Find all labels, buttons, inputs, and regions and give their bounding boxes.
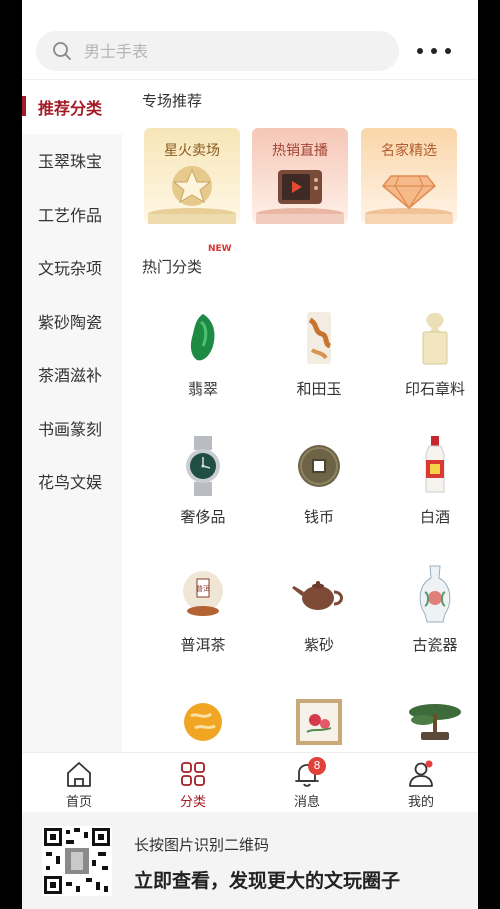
tab-messages[interactable]: 8 消息 xyxy=(250,753,364,812)
bottom-tab-bar: 首页 分类 8 消息 我的 xyxy=(22,752,478,812)
puer-tea-icon: 普洱 xyxy=(183,571,223,616)
category-baijiu[interactable]: 白酒 xyxy=(380,434,478,562)
diamond-icon xyxy=(365,175,453,224)
category-hetian-jade[interactable]: 和田玉 xyxy=(264,306,374,434)
qr-code-icon xyxy=(42,826,112,896)
banner-hint: 长按图片识别二维码 xyxy=(134,836,270,854)
bonsai-icon xyxy=(409,704,461,740)
category-jade[interactable]: 翡翠 xyxy=(148,306,258,434)
coin-icon xyxy=(298,445,340,487)
porcelain-vase-icon xyxy=(419,565,451,623)
sidebar-item-crafts[interactable]: 工艺作品 xyxy=(22,187,122,241)
category-bonsai[interactable] xyxy=(380,690,478,752)
search-input[interactable] xyxy=(84,41,344,61)
special-card-label: 热销直播 xyxy=(272,143,328,159)
hot-section-title: 热门分类 xyxy=(142,258,203,276)
category-label: 翡翠 xyxy=(187,380,218,398)
category-label: 和田玉 xyxy=(296,380,342,398)
tab-profile[interactable]: 我的 xyxy=(364,753,478,812)
svg-text:普洱: 普洱 xyxy=(196,584,210,593)
sidebar-item-pottery[interactable]: 紫砂陶瓷 xyxy=(22,294,122,348)
category-label: 白酒 xyxy=(419,508,450,526)
category-label: 钱币 xyxy=(303,508,334,526)
search-icon xyxy=(53,42,71,60)
liquor-bottle-icon xyxy=(425,436,445,493)
sidebar-item-jade-jewelry[interactable]: 玉翠珠宝 xyxy=(22,134,122,188)
tab-category[interactable]: 分类 xyxy=(136,753,250,812)
qr-banner: 长按图片识别二维码 立即查看，发现更大的文玩圈子 xyxy=(22,812,478,909)
category-seal-stone[interactable]: 印石章料 xyxy=(380,306,478,434)
category-luxury[interactable]: 奢侈品 xyxy=(148,434,258,562)
user-icon xyxy=(409,760,433,787)
star-trophy-icon xyxy=(148,166,236,224)
sidebar-item-tea-wine[interactable]: 茶酒滋补 xyxy=(22,348,122,402)
sidebar-item-label: 推荐分类 xyxy=(38,98,103,118)
dot-icon xyxy=(431,48,437,54)
sidebar-item-label: 紫砂陶瓷 xyxy=(38,312,103,332)
category-porcelain[interactable]: 古瓷器 xyxy=(380,562,478,690)
dot-icon xyxy=(445,48,451,54)
category-label: 奢侈品 xyxy=(180,508,226,526)
jade-pendant-icon xyxy=(190,314,215,361)
tab-home[interactable]: 首页 xyxy=(22,753,136,812)
category-label: 普洱茶 xyxy=(180,636,226,654)
category-puer-tea[interactable]: 普洱 普洱茶 xyxy=(148,562,258,690)
seal-stone-icon xyxy=(422,313,448,365)
banner-headline: 立即查看，发现更大的文玩圈子 xyxy=(134,870,401,892)
dot-icon xyxy=(417,48,423,54)
tab-label: 分类 xyxy=(179,795,206,810)
sidebar-item-recommended[interactable]: 推荐分类 xyxy=(22,80,122,134)
category-amber[interactable] xyxy=(148,690,258,752)
category-label: 印石章料 xyxy=(404,380,465,398)
hetian-jade-icon xyxy=(307,312,332,364)
category-icon xyxy=(181,762,205,786)
sidebar-item-label: 文玩杂项 xyxy=(38,259,103,279)
sidebar-item-calligraphy[interactable]: 书画篆刻 xyxy=(22,401,122,455)
sidebar-item-label: 玉翠珠宝 xyxy=(38,152,103,172)
sidebar-item-label: 茶酒滋补 xyxy=(38,366,103,386)
category-coins[interactable]: 钱币 xyxy=(264,434,374,562)
sidebar-item-label: 花鸟文娱 xyxy=(38,473,103,493)
category-sidebar: 推荐分类 玉翠珠宝 工艺作品 文玩杂项 紫砂陶瓷 茶酒滋补 书画篆刻 花鸟文娱 xyxy=(22,80,122,752)
search-bar[interactable] xyxy=(36,31,399,71)
unread-badge: 8 xyxy=(308,757,326,775)
special-card-label: 星火卖场 xyxy=(164,143,220,159)
tab-label: 消息 xyxy=(293,795,320,810)
teapot-icon xyxy=(292,581,343,610)
new-badge: NEW xyxy=(208,244,232,254)
special-card-live[interactable]: 热销直播 xyxy=(252,128,348,224)
header xyxy=(22,0,478,80)
category-label: 古瓷器 xyxy=(412,636,458,654)
sidebar-item-collectibles[interactable]: 文玩杂项 xyxy=(22,241,122,295)
more-menu-button[interactable] xyxy=(417,43,451,59)
special-card-masters[interactable]: 名家精选 xyxy=(361,128,457,224)
tv-live-icon xyxy=(256,170,344,224)
sidebar-item-label: 工艺作品 xyxy=(38,205,103,225)
special-section-title: 专场推荐 xyxy=(142,92,203,110)
sidebar-item-flowers-birds[interactable]: 花鸟文娱 xyxy=(22,455,122,509)
special-card-label: 名家精选 xyxy=(381,143,437,159)
watch-icon xyxy=(186,436,220,496)
home-icon xyxy=(67,762,91,787)
main-content: 专场推荐 星火卖场 热销直播 名家精选 热门分类 NEW 翡翠 和田玉 印石章料… xyxy=(122,80,478,752)
app-screen: 推荐分类 玉翠珠宝 工艺作品 文玩杂项 紫砂陶瓷 茶酒滋补 书画篆刻 花鸟文娱 … xyxy=(22,0,478,909)
category-zisha[interactable]: 紫砂 xyxy=(264,562,374,690)
category-painting[interactable] xyxy=(264,690,374,752)
tab-label: 我的 xyxy=(407,795,434,810)
painting-icon xyxy=(296,699,342,745)
sidebar-item-label: 书画篆刻 xyxy=(38,419,103,439)
special-card-starfire[interactable]: 星火卖场 xyxy=(144,128,240,224)
tab-label: 首页 xyxy=(65,795,92,810)
amber-bead-icon xyxy=(184,703,222,741)
category-label: 紫砂 xyxy=(303,636,334,654)
